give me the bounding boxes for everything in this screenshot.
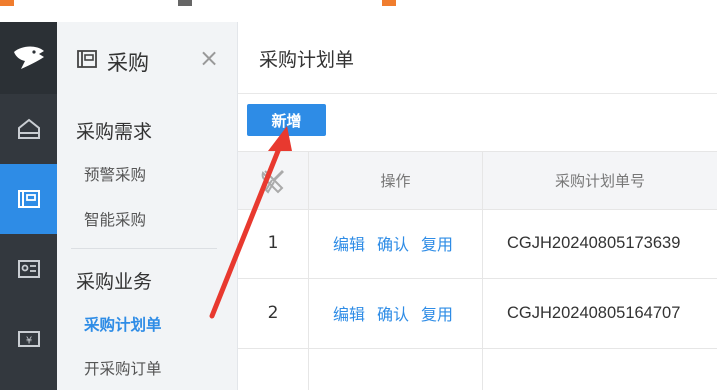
- column-header-plan-number: 采购计划单号: [554, 172, 645, 190]
- column-header-actions: 操作: [309, 152, 483, 209]
- top-tab-marker: [178, 0, 192, 6]
- logo-icon[interactable]: [0, 22, 57, 94]
- column-settings-cell[interactable]: [238, 152, 309, 209]
- home-icon[interactable]: [0, 94, 57, 164]
- row-actions: 编辑 确认 复用: [309, 278, 483, 348]
- add-button[interactable]: 新增: [247, 104, 326, 136]
- row-index: 2: [238, 278, 309, 348]
- menu-group-label: 采购业务: [76, 271, 153, 293]
- menu-item-smart-purchase[interactable]: 智能采购: [84, 208, 146, 230]
- reuse-link[interactable]: 复用: [421, 231, 453, 255]
- close-icon[interactable]: ×: [199, 44, 219, 72]
- table-row: 1 编辑 确认 复用 CGJH20240805173639: [238, 208, 717, 279]
- menu-divider: [71, 248, 217, 249]
- purchase-plan-table: 操作 采购计划单号 1 编辑 确认 复用 CGJH20240805173639 …: [238, 151, 717, 390]
- menu-title: 采购: [107, 51, 149, 75]
- main-content: 采购计划单 新增 操作 采购计划单号 1 编辑 确认 复用 CGJH202408…: [238, 22, 717, 390]
- header-divider: [238, 93, 717, 94]
- plan-number: CGJH20240805173639: [507, 233, 681, 252]
- money-icon[interactable]: ¥: [0, 304, 57, 374]
- icon-rail: ¥: [0, 22, 57, 390]
- menu-item-open-purchase-order[interactable]: 开采购订单: [84, 357, 162, 379]
- table-row: 2 编辑 确认 复用 CGJH20240805164707: [238, 278, 717, 349]
- empty-cell: [238, 348, 309, 390]
- menu-header: 采购 ×: [57, 22, 237, 94]
- wrench-screwdriver-icon[interactable]: [258, 166, 288, 196]
- top-strip: [0, 0, 717, 23]
- edit-link[interactable]: 编辑: [333, 231, 365, 255]
- menu-item-warning-purchase[interactable]: 预警采购: [84, 163, 146, 185]
- reuse-link[interactable]: 复用: [421, 301, 453, 325]
- contact-card-icon[interactable]: [0, 234, 57, 304]
- row-index: 1: [238, 208, 309, 278]
- edit-link[interactable]: 编辑: [333, 301, 365, 325]
- empty-cell: [483, 348, 717, 390]
- plan-number: CGJH20240805164707: [507, 303, 681, 322]
- top-tab-marker: [382, 0, 396, 6]
- menu-group-label: 采购需求: [76, 121, 153, 143]
- confirm-link[interactable]: 确认: [377, 231, 409, 255]
- table-header: 操作 采购计划单号: [238, 151, 717, 210]
- purchase-module-icon: [76, 48, 98, 74]
- svg-text:¥: ¥: [25, 336, 31, 347]
- confirm-link[interactable]: 确认: [377, 301, 409, 325]
- purchase-icon[interactable]: [0, 164, 57, 234]
- module-menu: 采购 × 采购需求 预警采购 智能采购 采购业务 采购计划单 开采购订单: [57, 22, 238, 390]
- table-row-empty: [238, 348, 717, 390]
- menu-item-purchase-plan[interactable]: 采购计划单: [84, 313, 162, 335]
- row-actions: 编辑 确认 复用: [309, 208, 483, 278]
- page-title: 采购计划单: [259, 49, 355, 71]
- empty-cell: [309, 348, 483, 390]
- top-tab-marker: [0, 0, 14, 6]
